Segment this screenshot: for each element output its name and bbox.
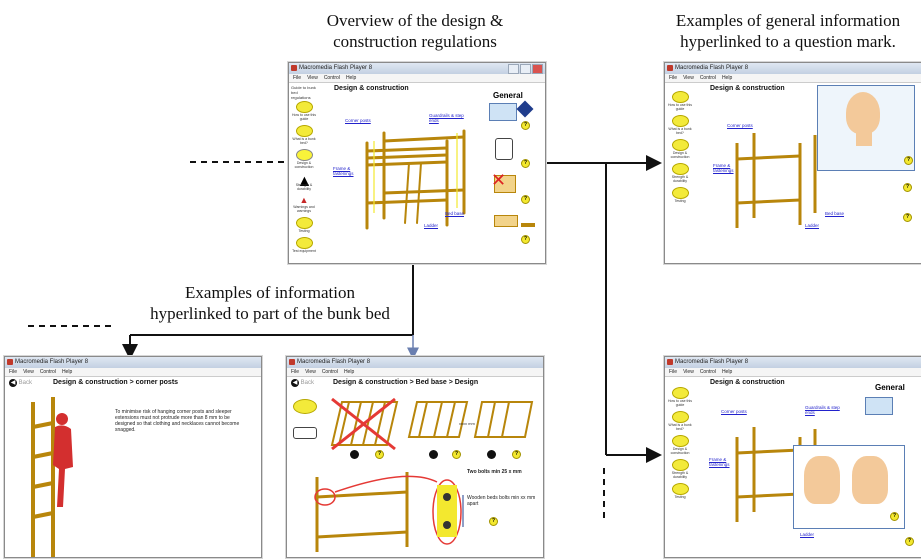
general-item-2-image [495,138,513,160]
link-corner-posts[interactable]: Corner posts [727,123,753,128]
link-ladder[interactable]: Ladder [800,532,814,537]
corner-post-illustration [31,397,73,557]
hand-right [852,456,888,504]
link-ladder[interactable]: Ladder [805,223,819,228]
link-frame[interactable]: Frame & fastenings [333,166,361,176]
link-guardrails[interactable]: Guardrails & step ends [805,405,845,415]
head-neck [856,130,872,146]
link-corner-posts[interactable]: Corner posts [721,409,747,414]
hand-left [804,456,840,504]
question-mark-icon-1[interactable]: ? [903,183,912,192]
bed-base-illustration [314,397,534,552]
question-mark-icon-1[interactable]: ? [521,121,530,130]
question-mark-icon-4[interactable]: ? [521,235,530,244]
question-mark-icon-3[interactable]: ? [521,195,530,204]
window-general-top: Macromedia Flash Player 8 File View Contro… [664,62,921,264]
person-figure [53,413,73,507]
play-button-3[interactable] [487,450,496,459]
general-item-4-image [494,215,518,227]
corner-posts-text: To minimise risk of hanging corner posts… [115,409,240,433]
play-button-1[interactable] [350,450,359,459]
general-item-1-image [865,397,893,415]
link-corner-posts[interactable]: Corner posts [345,118,371,123]
dimension-label: xxxx mm [459,421,475,426]
two-bolts-label: Two bolts min 25 x mm [467,469,522,475]
question-mark-icon-4[interactable]: ? [489,517,498,526]
link-frame[interactable]: Frame & fastenings [709,457,735,467]
popup-hands: ? [793,445,905,529]
popup-general-info: ? [817,85,915,171]
question-mark-icon-2[interactable]: ? [521,159,530,168]
question-mark-icon-popup[interactable]: ? [890,512,899,521]
link-bed-base[interactable]: Bed base [445,211,464,216]
general-item-3-cross: ✕ [491,170,507,190]
question-mark-icon-2[interactable]: ? [903,213,912,222]
play-button-2[interactable] [429,450,438,459]
wooden-beds-label: Wooden beds bolts min xx mm apart [467,495,536,507]
general-item-4-bar [521,223,535,227]
window-corner-posts: Macromedia Flash Player 8 File View Contro… [4,356,262,558]
bunk-bed-illustration [365,129,466,230]
question-mark-icon-2[interactable]: ? [452,450,461,459]
head-silhouette [846,92,880,134]
link-ladder[interactable]: Ladder [424,223,438,228]
question-mark-icon-3[interactable]: ? [512,450,521,459]
general-item-1-image [489,103,517,121]
question-mark-icon-popup[interactable]: ? [904,156,913,165]
link-frame[interactable]: Frame & fastenings [713,163,739,173]
window-overview: Macromedia Flash Player 8 File View Contro… [288,62,546,264]
question-mark-icon-1[interactable]: ? [375,450,384,459]
link-bed-base[interactable]: Bed base [825,211,844,216]
window-general-bottom: Macromedia Flash Player 8 File View Contro… [664,356,921,558]
link-guardrails[interactable]: Guardrails & step ends [429,113,469,123]
question-mark-icon-1[interactable]: ? [905,537,914,546]
window-bed-base: Macromedia Flash Player 8 File View Contro… [286,356,544,558]
